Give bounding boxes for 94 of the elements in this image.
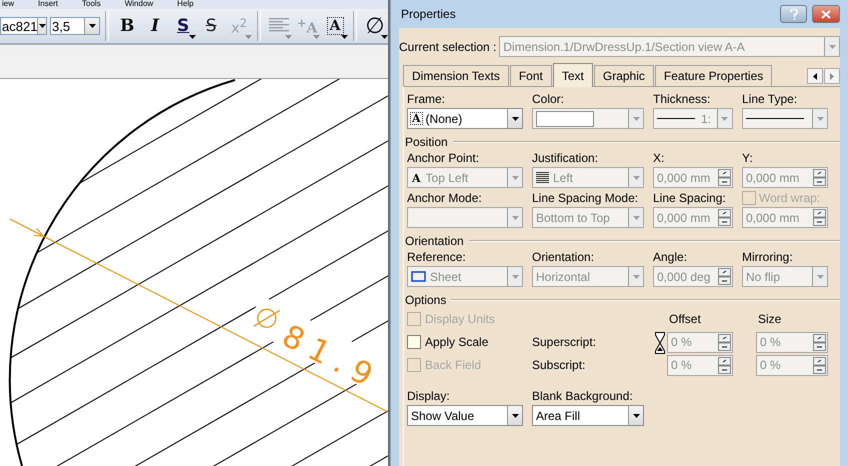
caret-icon (512, 274, 518, 278)
checkbox-label: Display Units (425, 312, 496, 326)
spin-buttons[interactable] (718, 356, 732, 374)
tab[interactable]: Text (552, 63, 593, 87)
caret-icon (632, 274, 640, 278)
section-title: Orientation (405, 234, 464, 248)
align-left-icon (269, 18, 290, 34)
italic-button[interactable]: I (142, 12, 168, 40)
color-swatch (536, 110, 594, 126)
spin-buttons[interactable] (813, 334, 827, 350)
line-sample-icon (657, 117, 695, 120)
caret-icon (632, 414, 640, 418)
tab[interactable]: Dimension Texts (403, 65, 509, 86)
field-label: Angle: (653, 250, 688, 264)
font-size-dropdown[interactable]: 3,5 (50, 17, 100, 35)
spin-buttons[interactable] (718, 334, 732, 350)
caret-icon (38, 24, 46, 28)
framed-text-button[interactable]: A (322, 12, 348, 40)
field-label: Thickness: (653, 92, 712, 106)
field-label: Word wrap: (759, 191, 820, 205)
field-label: Anchor Point: (407, 151, 480, 165)
caret-icon (512, 176, 518, 180)
dropdown-button[interactable] (37, 18, 46, 34)
tab[interactable]: Font (510, 65, 552, 86)
caret-icon (828, 44, 836, 48)
hourglass-cursor-icon (655, 332, 665, 354)
dropdown-button[interactable] (507, 406, 522, 425)
anchor-letter-icon: A (411, 171, 422, 184)
caret-icon (632, 216, 640, 220)
dropdown[interactable]: A (None) (407, 108, 523, 129)
right-arrow-icon (830, 72, 834, 80)
field-label: Display: (407, 389, 451, 403)
field-label: Orientation: (532, 250, 596, 264)
section-title: Position (405, 135, 448, 149)
caret-icon (632, 176, 640, 180)
field-label: Superscript: (532, 335, 596, 349)
field-label: Line Type: (742, 92, 798, 106)
menu-item[interactable]: Help (177, 0, 194, 9)
field-label: Current selection : (399, 40, 496, 54)
underline-button[interactable]: S (170, 12, 196, 40)
section-title: Options (405, 293, 446, 307)
left-arrow-icon (813, 72, 817, 80)
column-header: Size (757, 312, 782, 326)
field-label: Blank Background: (532, 389, 634, 403)
field-label: Frame: (407, 92, 446, 106)
question-mark-icon (790, 8, 798, 20)
diameter-symbol-icon (253, 308, 280, 328)
caret-icon (88, 24, 96, 28)
strikethrough-button[interactable]: S (198, 12, 224, 40)
bold-button[interactable]: B (114, 12, 140, 40)
caret-icon (816, 116, 824, 120)
dropdown-button[interactable] (628, 406, 643, 425)
diameter-symbol-button[interactable]: ∅ (362, 12, 388, 40)
field-label: Reference: (407, 250, 467, 264)
menu-item[interactable]: Window (124, 0, 154, 9)
window-title: Properties (400, 7, 457, 21)
caret-icon (512, 216, 518, 220)
column-header: Offset (668, 312, 701, 326)
caret-icon (512, 116, 518, 120)
caret-icon (816, 274, 824, 278)
field-label: Line Spacing: (653, 191, 727, 205)
rectangle-icon (411, 271, 426, 282)
menu-item[interactable]: Insert (38, 0, 58, 9)
caret-icon (721, 116, 728, 120)
menu-item[interactable]: iew (2, 0, 14, 9)
field-label: Subscript: (532, 358, 586, 372)
help-button[interactable] (780, 5, 807, 23)
caret-icon (512, 414, 518, 418)
dropdown[interactable]: Area Fill (532, 405, 644, 426)
dropdown-button[interactable] (507, 109, 522, 128)
dropdown[interactable]: Show Value (407, 405, 523, 426)
menu-item[interactable]: Tools (82, 0, 101, 9)
field-label: Color: (532, 92, 566, 106)
tab[interactable]: Feature Properties (654, 65, 772, 86)
scroll-left-button[interactable] (807, 68, 823, 84)
tab[interactable]: Graphic (594, 65, 654, 86)
close-button[interactable] (812, 5, 840, 23)
field-label: Justification: (532, 151, 600, 165)
dropdown-button[interactable] (84, 18, 100, 34)
caret-icon (632, 116, 640, 120)
checkbox-label: Apply Scale (425, 335, 488, 349)
checkbox[interactable] (407, 335, 421, 349)
justify-lines-icon (536, 172, 549, 183)
checkbox-label: Back Field (425, 358, 482, 372)
field-label: Mirroring: (742, 250, 794, 264)
field-label: Line Spacing Mode: (532, 191, 640, 205)
field-label: Y: (742, 151, 754, 165)
spin-buttons[interactable] (813, 356, 827, 374)
line-sample-icon (746, 117, 804, 120)
close-icon (821, 10, 831, 18)
field-label: X: (653, 151, 666, 165)
font-dropdown[interactable]: ac821 (0, 17, 47, 35)
dimension-line[interactable] (10, 218, 388, 412)
field-label: Anchor Mode: (407, 191, 483, 205)
